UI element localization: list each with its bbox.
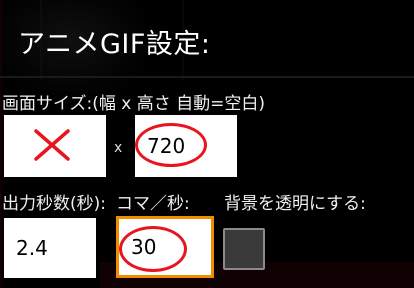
seconds-input[interactable]: 2.4 (4, 218, 96, 278)
size-label: 画面サイズ:(幅 x 高さ 自動=空白) (2, 94, 265, 114)
fps-input[interactable]: 30 (116, 216, 214, 278)
height-input[interactable]: 720 (135, 115, 237, 177)
cross-mark-icon (34, 129, 70, 161)
gif-settings-dialog: アニメGIF設定: 画面サイズ:(幅 x 高さ 自動=空白) x 720 出力秒… (0, 0, 414, 288)
seconds-label: 出力秒数(秒): (2, 194, 106, 214)
fps-label: コマ／秒: (116, 194, 190, 214)
dialog-title: アニメGIF設定: (18, 29, 211, 60)
transparent-bg-checkbox[interactable] (223, 228, 265, 270)
size-separator: x (114, 140, 123, 156)
transparent-bg-label: 背景を透明にする: (224, 194, 366, 214)
title-divider (0, 76, 414, 78)
